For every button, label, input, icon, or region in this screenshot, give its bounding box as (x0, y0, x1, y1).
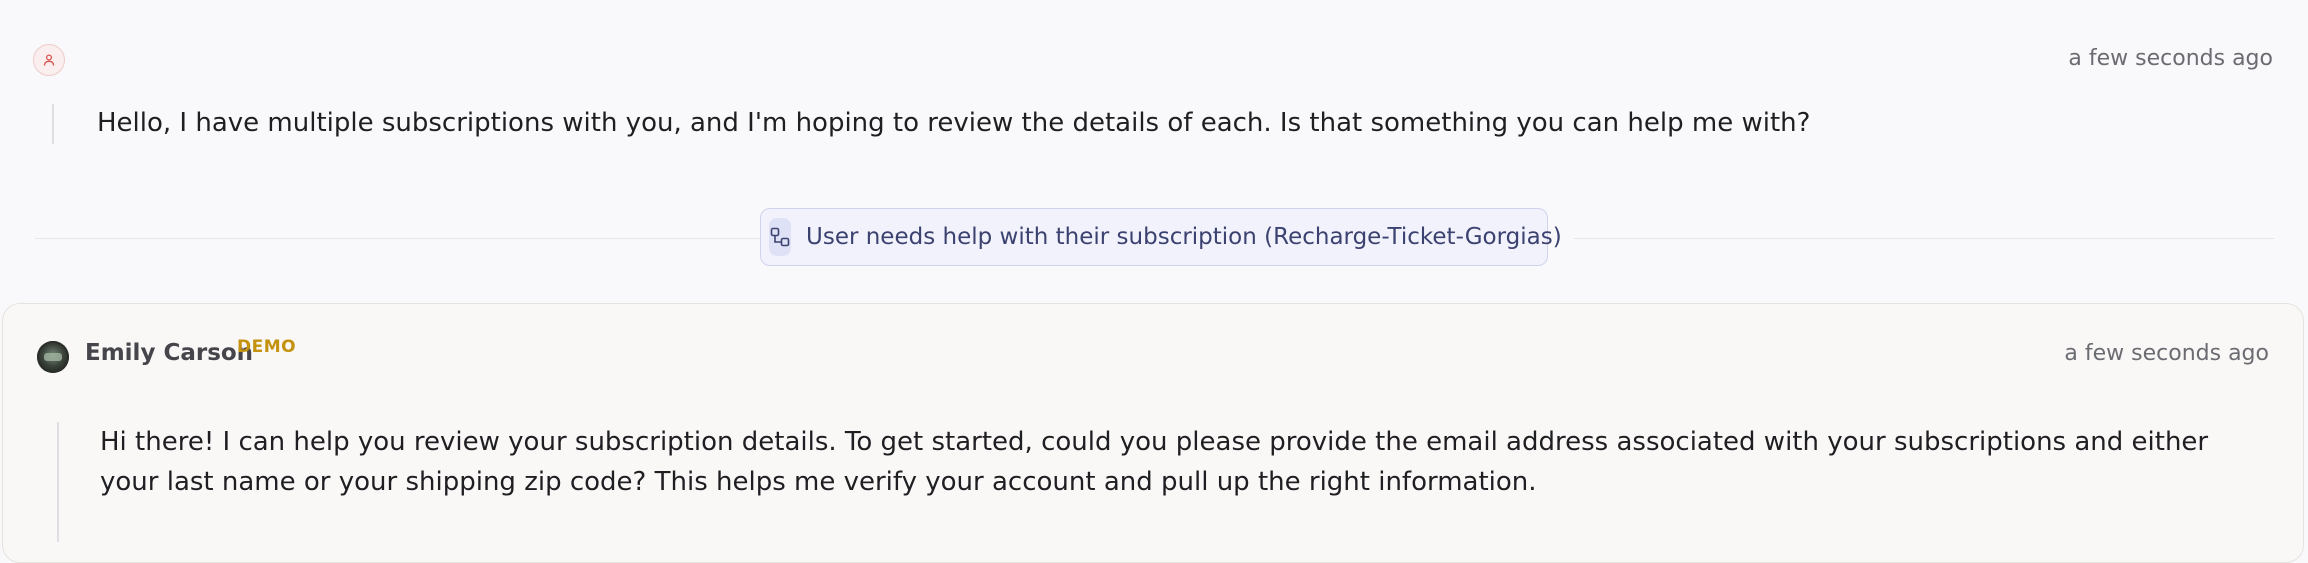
intent-label: User needs help with their subscription … (806, 224, 1562, 250)
user-message: a few seconds ago Hello, I have multiple… (0, 0, 2308, 200)
user-message-quote-bar (52, 104, 54, 144)
workflow-icon (770, 227, 790, 247)
agent-avatar (37, 341, 69, 373)
intent-icon-box (769, 218, 791, 256)
agent-message-card: Emily Carson DEMO a few seconds ago Hi t… (2, 303, 2304, 563)
user-message-text: Hello, I have multiple subscriptions wit… (97, 108, 1811, 138)
agent-message-text: Hi there! I can help you review your sub… (100, 427, 2209, 497)
intent-chip[interactable]: User needs help with their subscription … (760, 208, 1562, 266)
user-avatar (33, 44, 65, 76)
divider-line-right (1574, 238, 2274, 239)
user-icon (43, 54, 55, 66)
divider-line-left (35, 238, 760, 239)
demo-badge: DEMO (237, 337, 297, 357)
agent-message-timestamp: a few seconds ago (2064, 341, 2269, 366)
user-message-timestamp: a few seconds ago (2068, 46, 2273, 71)
agent-message-quote-bar (57, 422, 59, 542)
agent-name: Emily Carson (85, 340, 254, 366)
